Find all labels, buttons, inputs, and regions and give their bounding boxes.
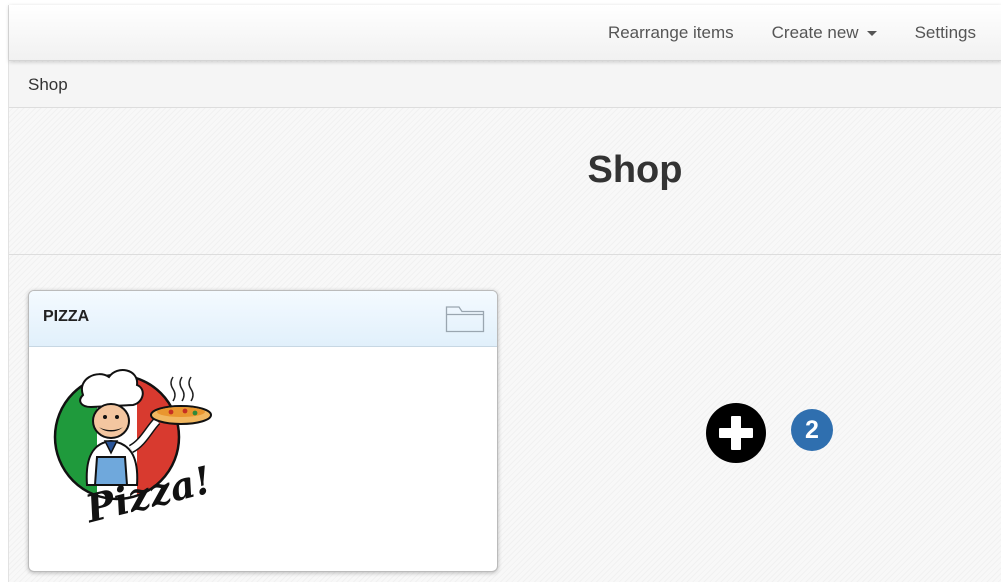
breadcrumb-shop[interactable]: Shop bbox=[28, 75, 68, 95]
rearrange-items-label: Rearrange items bbox=[607, 23, 734, 42]
category-card-pizza[interactable]: PIZZA Pizza! bbox=[28, 290, 498, 572]
navbar-menu: Rearrange items Create new Settings bbox=[589, 5, 1001, 61]
card-title: PIZZA bbox=[43, 308, 90, 325]
create-new-label: Create new bbox=[771, 23, 859, 42]
card-header: PIZZA bbox=[29, 291, 497, 347]
page-title: Shop bbox=[587, 149, 683, 191]
add-item-plus-icon[interactable] bbox=[706, 403, 766, 463]
settings-link[interactable]: Settings bbox=[896, 5, 1001, 61]
breadcrumb-bar: Shop bbox=[9, 62, 1001, 108]
top-navbar: Rearrange items Create new Settings bbox=[9, 5, 1001, 61]
rearrange-items-link[interactable]: Rearrange items bbox=[589, 5, 753, 61]
item-count-badge[interactable]: 2 bbox=[791, 409, 833, 451]
title-band: Shop bbox=[9, 109, 1001, 255]
settings-label: Settings bbox=[914, 23, 976, 42]
caret-down-icon bbox=[866, 30, 877, 36]
pizza-chef-image: Pizza! bbox=[39, 357, 219, 537]
app-frame: Rearrange items Create new Settings Shop… bbox=[8, 5, 1001, 582]
create-new-dropdown[interactable]: Create new bbox=[753, 5, 896, 61]
folder-icon[interactable] bbox=[445, 303, 485, 338]
